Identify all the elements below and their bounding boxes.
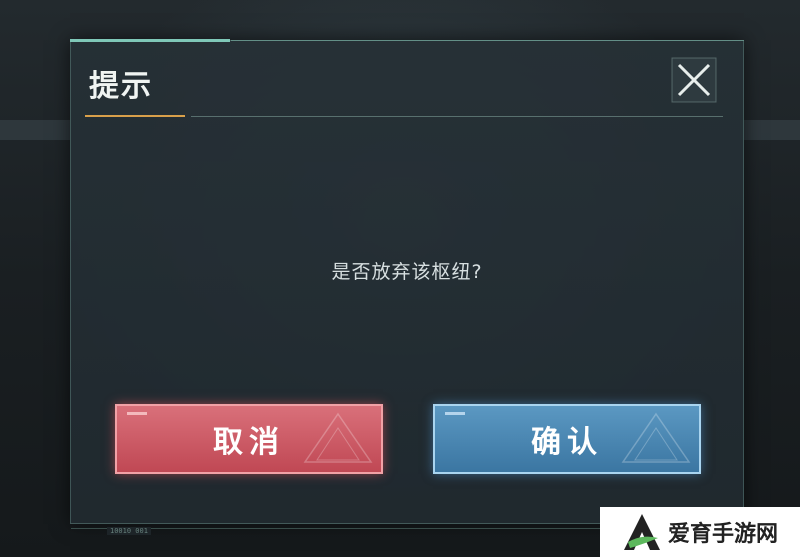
button-tag bbox=[445, 412, 465, 415]
watermark-text: 爱育手游网 bbox=[667, 522, 778, 547]
dialog-top-accent bbox=[70, 39, 230, 42]
triangle-deco-icon bbox=[303, 412, 373, 463]
site-watermark: 爱育手游网 bbox=[600, 507, 800, 557]
close-icon bbox=[671, 57, 717, 103]
dialog-message: 是否放弃该枢纽? bbox=[331, 261, 483, 283]
dialog-footer-code: 10010 001 bbox=[107, 527, 151, 535]
background-strut-left bbox=[0, 120, 70, 140]
prompt-dialog: 提示 是否放弃该枢纽? 取消 确认 10010 001 bbox=[70, 39, 744, 535]
confirm-button-label: 确认 bbox=[531, 425, 603, 460]
title-underline bbox=[191, 116, 723, 117]
close-button[interactable] bbox=[671, 57, 717, 103]
cancel-button-label: 取消 bbox=[213, 425, 285, 460]
cancel-button[interactable]: 取消 bbox=[115, 404, 383, 474]
dialog-title: 提示 bbox=[89, 69, 153, 104]
triangle-deco-icon bbox=[621, 412, 691, 463]
confirm-button[interactable]: 确认 bbox=[433, 404, 701, 474]
a-letter-logo-icon bbox=[623, 514, 660, 550]
button-tag bbox=[127, 412, 147, 415]
title-underline-accent bbox=[85, 115, 185, 117]
background-strut-right bbox=[740, 120, 800, 140]
dialog-top-border bbox=[231, 40, 744, 41]
